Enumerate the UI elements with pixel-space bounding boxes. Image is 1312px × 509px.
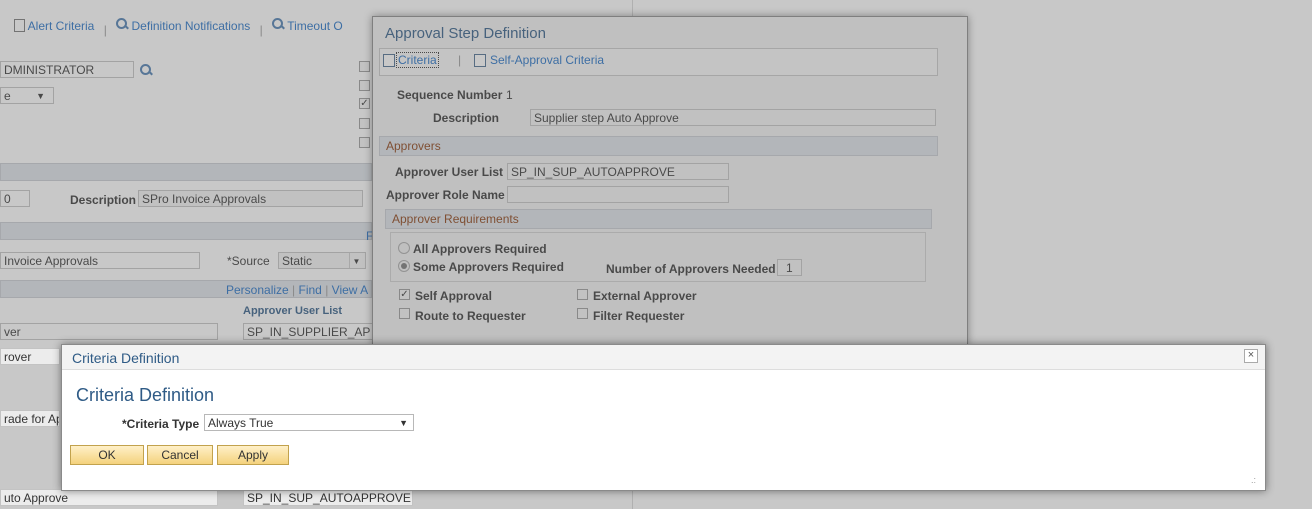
table-row-left[interactable]: rover xyxy=(0,348,60,365)
table-row-right[interactable]: SP_IN_SUP_AUTOAPPROVE xyxy=(243,489,413,506)
chevron-down-icon: ▼ xyxy=(399,418,408,428)
resize-handle-icon[interactable]: .: xyxy=(1251,475,1256,485)
criteria-type-label: *Criteria Type xyxy=(122,417,200,431)
close-icon[interactable]: × xyxy=(1244,349,1258,363)
ok-button[interactable]: OK xyxy=(70,445,144,465)
table-row-left[interactable]: rade for Ap xyxy=(0,410,60,427)
criteria-modal-titlebar-text: Criteria Definition xyxy=(72,350,180,366)
criteria-definition-modal: Criteria Definition × Criteria Definitio… xyxy=(61,344,1266,491)
criteria-definition-heading: Criteria Definition xyxy=(76,385,215,405)
criteria-type-select[interactable]: Always True ▼ xyxy=(204,414,414,431)
table-row-left[interactable]: uto Approve xyxy=(0,489,218,506)
apply-button[interactable]: Apply xyxy=(217,445,289,465)
criteria-type-value: Always True xyxy=(208,416,274,430)
criteria-modal-titlebar: Criteria Definition × xyxy=(62,345,1265,370)
cancel-button[interactable]: Cancel xyxy=(147,445,213,465)
